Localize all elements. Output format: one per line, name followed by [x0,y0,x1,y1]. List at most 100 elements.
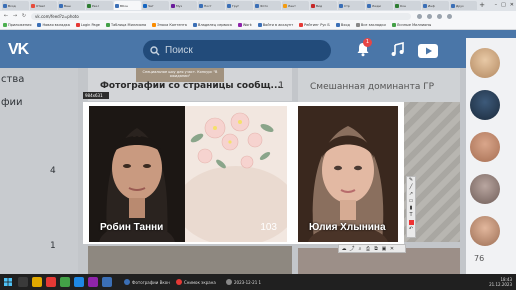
bookmark-favicon-icon [105,23,110,27]
search-similar-icon[interactable]: ⌕ [357,246,363,252]
tab-favicon-icon [227,3,231,8]
avatar[interactable] [470,216,500,246]
album-photo[interactable]: 103 [185,106,287,242]
taskbar-app[interactable]: 2023-12-21 1 [226,277,261,287]
avatar[interactable] [470,174,500,204]
taskbar-app[interactable]: Снимок экрана [176,277,216,287]
marker-icon[interactable]: ▮ [409,206,414,211]
file-explorer-icon[interactable] [32,277,42,287]
browser-tab[interactable]: Груп [226,1,253,10]
system-tray[interactable]: 18:43 21.12.2023 [489,277,512,287]
new-tab-icon[interactable]: + [478,1,486,10]
album-photo[interactable]: Юлия Хлынина [298,106,398,242]
bookmark-favicon-icon [192,23,197,27]
line-icon[interactable]: ╱ [409,185,414,190]
bookmark-item[interactable]: Вход [335,23,350,27]
feed-image[interactable] [88,246,292,274]
left-menu-item[interactable]: ства [1,74,24,85]
bookmark-item[interactable]: Эпоха Контента [152,23,187,27]
search-input[interactable] [165,45,315,56]
browser-tab[interactable]: Друз [450,1,477,10]
app-icon[interactable] [46,277,56,287]
menu-icon[interactable] [447,13,452,19]
minimize-icon[interactable]: – [495,1,498,9]
avatar[interactable] [470,132,500,162]
browser-tab[interactable]: Вид [310,1,337,10]
pencil-icon[interactable]: ✎ [409,178,414,183]
bookmark-label: Приложения [8,23,32,27]
upload-icon[interactable]: ☁ [341,246,347,252]
save-icon[interactable]: ▣ [381,246,387,252]
profile-icon[interactable] [437,13,442,19]
browser-tab[interactable]: Стр [338,1,365,10]
avatar[interactable] [470,48,500,78]
print-icon[interactable]: ⎙ [365,246,371,252]
browser-tab[interactable]: Вход [2,1,29,10]
windows-start-icon[interactable] [4,278,12,286]
album-photo[interactable]: Робин Танни [89,106,185,242]
browser-tab[interactable]: Ваш [58,1,85,10]
bookmark-item[interactable]: Все закладки [355,23,386,27]
text-icon[interactable]: T [409,213,414,218]
color-picker-icon[interactable] [408,220,414,225]
task-view-icon[interactable] [18,277,28,287]
bookmark-item[interactable]: Владелец сервиса [192,23,232,27]
bookmark-item[interactable]: Войти в аккаунт [257,23,293,27]
post-title[interactable]: Фотографии со страницы сообщ... [100,81,281,91]
video-button[interactable] [418,43,438,62]
browser-tab[interactable]: Пост [198,1,225,10]
vk-logo[interactable]: VK [8,41,29,59]
tab-title: Люди [372,3,381,8]
undo-icon[interactable]: ↶ [409,227,414,232]
close-icon[interactable]: ✕ [510,1,514,9]
music-button[interactable] [391,41,405,61]
annotation-toolbar-vertical: ✎ ╱ ↗ ▭ ▮ T ↶ [406,176,416,238]
left-menu-item[interactable]: фии [1,97,23,108]
reload-icon[interactable]: ↻ [21,13,27,19]
app-icon[interactable] [88,277,98,287]
bookmark-item[interactable]: Приложения [3,23,31,27]
annotation-toolbar-horizontal: ☁ ⤴ ⌕ ⎙ ⧉ ▣ ✕ [338,244,406,253]
taskbar-app-label: Снимок экрана [184,279,216,285]
browser-tab[interactable]: ВКон [114,1,141,10]
feed-post-card[interactable]: Специальное шоу для участ. Конкурс "В ож… [88,68,292,101]
bookmark-item[interactable]: Login Page [75,23,100,27]
browser-tab[interactable]: Муз [170,1,197,10]
chrome-icon[interactable] [60,277,70,287]
left-menu-counter: 1 [50,241,56,251]
bookmark-item[interactable]: Work [237,23,252,27]
browser-tab[interactable]: Инф [422,1,449,10]
browser-tab[interactable]: Лент [282,1,309,10]
browser-tab[interactable]: Кон [394,1,421,10]
app-icon[interactable] [102,277,112,287]
search-box[interactable] [143,40,331,61]
app-icon[interactable] [74,277,84,287]
avatar[interactable] [470,90,500,120]
browser-tab[interactable]: Рекл [86,1,113,10]
url-field[interactable]: vk.com/feed?z=photo [31,12,411,20]
browser-tab[interactable]: Фото [254,1,281,10]
browser-tab[interactable]: Ответ [30,1,57,10]
share-icon[interactable]: ⤴ [349,246,355,252]
forward-icon[interactable]: → [12,13,18,19]
bookmark-item[interactable]: Рейтинг Рус Б [299,23,330,27]
taskbar-app[interactable]: Фотографии Вкон [124,277,170,287]
extension-icon[interactable] [427,13,432,19]
close-icon[interactable]: ✕ [389,246,395,252]
bookmark-item[interactable]: Таблица Миллиона [105,23,146,27]
copy-icon[interactable]: ⧉ [373,246,379,252]
extension-icon[interactable] [417,13,422,19]
browser-tab[interactable]: Чат [142,1,169,10]
browser-tab[interactable]: Люди [366,1,393,10]
arrow-icon[interactable]: ↗ [409,192,414,197]
notifications-button[interactable]: 1 [356,38,372,61]
maximize-icon[interactable]: □ [501,1,506,9]
bookmark-item[interactable]: Новая вкладка [37,23,70,27]
bookmark-favicon-icon [75,23,80,27]
tab-title: Фото [260,3,269,8]
bookmark-item[interactable]: Личные Миллионы [391,23,431,27]
rectangle-icon[interactable]: ▭ [409,199,414,204]
selection-size-label: 984x631 [83,92,109,99]
back-icon[interactable]: ← [3,13,9,19]
right-post-title[interactable]: Смешанная доминанта ГР [310,82,434,92]
